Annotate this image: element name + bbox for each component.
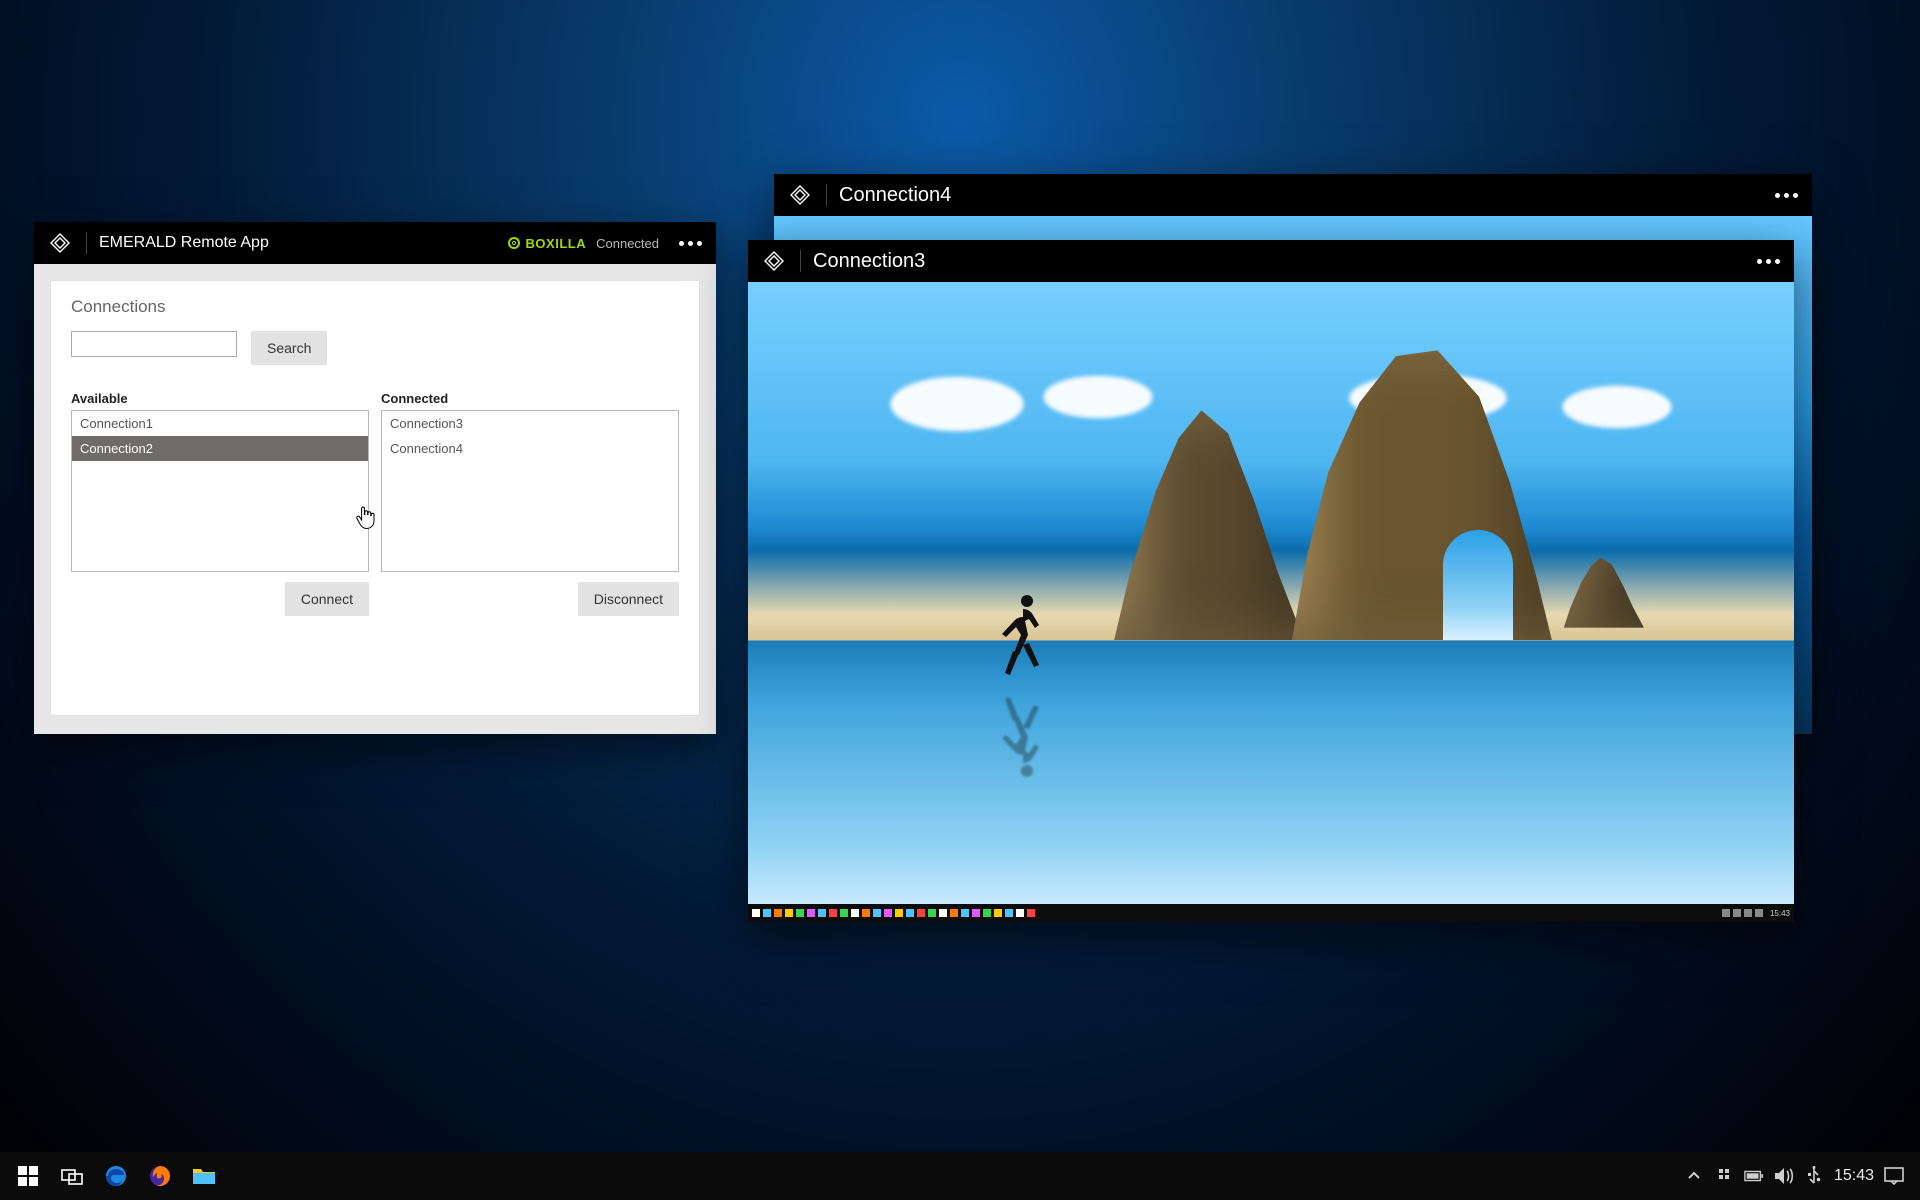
runner-reflection-icon [999,693,1045,781]
remote-app-icon[interactable] [994,909,1002,917]
remote-app-icon[interactable] [818,909,826,917]
tray-battery-icon[interactable] [1744,1166,1764,1186]
tray-notifications-icon[interactable] [1884,1166,1904,1186]
taskbar-file-explorer-icon[interactable] [182,1152,226,1200]
remote-app-icon[interactable] [1005,909,1013,917]
connect-button[interactable]: Connect [285,582,369,616]
remote3-title: Connection3 [813,250,925,273]
system-tray: 15:43 [1684,1166,1914,1186]
rock-small-icon [1564,558,1644,628]
remote-app-icon[interactable] [785,909,793,917]
connected-item[interactable]: Connection4 [382,436,678,461]
remote-start-icon[interactable] [752,909,760,917]
remote-app-icon[interactable] [796,909,804,917]
remote-app-icon[interactable] [917,909,925,917]
taskbar-edge-icon[interactable] [94,1152,138,1200]
rock-formation-icon [1114,410,1304,640]
remote4-titlebar[interactable]: Connection4 [774,174,1812,216]
remote-app-icon[interactable] [873,909,881,917]
available-label: Available [71,391,369,406]
start-button[interactable] [6,1152,50,1200]
remote-app-icon[interactable] [961,909,969,917]
connected-label: Connected [381,391,679,406]
remote-tray-icon[interactable] [1722,909,1730,917]
remote-tray-icon[interactable] [1755,909,1763,917]
search-button[interactable]: Search [251,331,327,365]
remote-app-icon[interactable] [972,909,980,917]
remote-app-icon[interactable] [862,909,870,917]
available-item[interactable]: Connection2 [72,436,368,461]
remote4-menu-button[interactable] [1775,193,1798,198]
panel-title: Connections [71,297,679,317]
divider [800,250,801,272]
tray-sync-icon[interactable] [1714,1166,1734,1186]
remote-app-icon[interactable] [1016,909,1024,917]
remote-app-icon[interactable] [1027,909,1035,917]
tray-usb-icon[interactable] [1804,1166,1824,1186]
runner-silhouette-icon [999,591,1045,679]
boxilla-brand: BOXILLA [526,236,587,251]
emerald-titlebar[interactable]: EMERALD Remote App BOXILLA Connected [34,222,716,264]
tray-chevron-up-icon[interactable] [1684,1166,1704,1186]
status-indicator-icon [508,237,520,249]
remote-app-icon[interactable] [829,909,837,917]
available-list[interactable]: Connection1Connection2 [71,410,369,572]
remote-app-icon[interactable] [983,909,991,917]
connections-panel: Connections Search Available Connection1… [50,280,700,716]
remote-app-icon[interactable] [906,909,914,917]
task-view-button[interactable] [50,1152,94,1200]
remote-app-icon[interactable] [774,909,782,917]
remote-taskbar-clock: 15:43 [1770,909,1790,918]
remote-app-icon[interactable] [939,909,947,917]
connected-list[interactable]: Connection3Connection4 [381,410,679,572]
rock-arch-icon [1292,350,1552,640]
disconnect-button[interactable]: Disconnect [578,582,679,616]
remote-app-icon[interactable] [807,909,815,917]
remote3-viewport[interactable]: 15:43 [748,282,1794,922]
emerald-title: EMERALD Remote App [99,234,269,252]
emerald-app-window: EMERALD Remote App BOXILLA Connected Con… [34,222,716,734]
boxilla-status-text: Connected [596,236,659,251]
divider [826,184,827,206]
remote3-menu-button[interactable] [1757,259,1780,264]
remote-desktop-taskbar[interactable]: 15:43 [748,904,1794,922]
remote4-title: Connection4 [839,184,951,207]
emerald-logo-icon [788,183,812,207]
available-item[interactable]: Connection1 [72,411,368,436]
host-taskbar: 15:43 [0,1152,1920,1200]
search-input[interactable] [71,331,237,357]
remote-app-icon[interactable] [840,909,848,917]
remote-app-icon[interactable] [884,909,892,917]
taskbar-firefox-icon[interactable] [138,1152,182,1200]
remote-app-icon[interactable] [950,909,958,917]
boxilla-status: BOXILLA Connected [508,236,659,251]
remote-tray-icon[interactable] [1733,909,1741,917]
emerald-menu-button[interactable] [679,241,702,246]
emerald-logo-icon [48,231,72,255]
remote-app-icon[interactable] [763,909,771,917]
taskbar-clock: 15:43 [1834,1167,1874,1185]
remote-app-icon[interactable] [895,909,903,917]
remote-desktop-wallpaper [748,282,1794,922]
tray-volume-icon[interactable] [1774,1166,1794,1186]
divider [86,232,87,254]
remote-tray-icon[interactable] [1744,909,1752,917]
remote-window-connection3[interactable]: Connection3 [748,240,1794,922]
connected-item[interactable]: Connection3 [382,411,678,436]
emerald-logo-icon [762,249,786,273]
remote-app-icon[interactable] [851,909,859,917]
remote3-titlebar[interactable]: Connection3 [748,240,1794,282]
remote-app-icon[interactable] [928,909,936,917]
